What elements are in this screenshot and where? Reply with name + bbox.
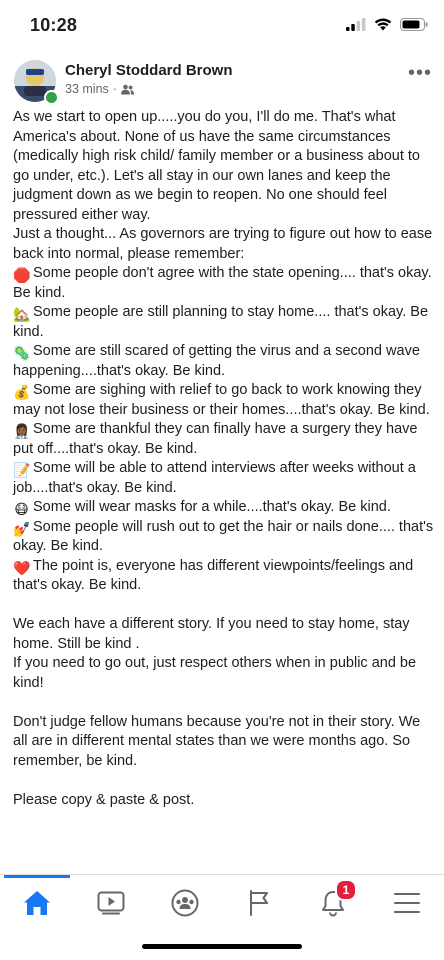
list-item: 📝 Some will be able to attend interviews … <box>13 459 435 498</box>
bottom-navigation: 1 <box>0 874 444 931</box>
more-options-icon[interactable]: ••• <box>408 62 432 85</box>
list-item: 🛑 Some people don't agree with the state … <box>13 264 435 303</box>
post-list: 🛑 Some people don't agree with the state … <box>13 264 435 596</box>
list-item-text: Some people are still planning to stay h… <box>13 304 429 340</box>
status-bar: 10:28 <box>0 0 444 52</box>
post-paragraph: Just a thought... As governors are tryin… <box>13 226 433 262</box>
list-item-text: Some people don't agree with the state o… <box>13 265 432 301</box>
list-item-emoji: 🏡 <box>13 306 31 322</box>
list-item-text: Some are thankful they can finally have … <box>13 421 418 457</box>
list-item-text: Some are sighing with relief to go back … <box>13 382 430 418</box>
post-timestamp[interactable]: 33 mins <box>65 82 109 96</box>
list-item: ❤️ The point is, everyone has different v… <box>13 557 435 596</box>
wifi-icon <box>374 18 392 31</box>
groups-icon[interactable] <box>165 883 205 923</box>
battery-icon <box>400 18 428 31</box>
meta-separator: · <box>112 82 117 96</box>
list-item-emoji: 👩🏾‍⚕️ <box>13 423 31 439</box>
watch-icon[interactable] <box>91 883 131 923</box>
status-time: 10:28 <box>30 15 78 35</box>
post-paragraph: As we start to open up.....you do you, I… <box>13 109 420 223</box>
author-name[interactable]: Cheryl Stoddard Brown <box>65 62 233 79</box>
list-item-text: Some people will rush out to get the hai… <box>13 518 434 555</box>
list-item-emoji: 😷 <box>14 501 29 517</box>
post-paragraph: Please copy & paste & post. <box>13 791 195 808</box>
list-item-emoji: 📝 <box>13 462 31 478</box>
post-header: Cheryl Stoddard Brown 33 mins · ••• <box>0 56 444 106</box>
list-item-emoji: 🦠 <box>13 345 31 361</box>
list-item-emoji: ❤️ <box>13 559 31 576</box>
list-item: 🏡 Some people are still planning to stay … <box>13 303 435 342</box>
list-item-text: The point is, everyone has different vie… <box>13 557 414 594</box>
post-paragraph: If you need to go out, just respect othe… <box>13 655 417 691</box>
post-text: As we start to open up.....you do you, I… <box>13 108 435 810</box>
signal-icon <box>346 18 366 31</box>
notifications-bell-icon[interactable]: 1 <box>313 879 357 923</box>
list-item: 🦠 Some are still scared of getting the vi… <box>13 342 435 381</box>
active-tab-indicator <box>4 875 70 878</box>
list-item: 💅 Some people will rush out to get the ha… <box>13 518 435 557</box>
list-item: 👩🏾‍⚕️ Some are thankful they can finally … <box>13 420 435 459</box>
list-item-emoji: 💅 <box>13 520 31 537</box>
list-item-text: Some will be able to attend interviews a… <box>13 460 416 496</box>
online-status-dot <box>44 90 59 105</box>
post-meta: 33 mins · <box>65 82 134 96</box>
home-indicator[interactable] <box>142 944 302 949</box>
post-paragraph: We each have a different story. If you n… <box>13 616 410 652</box>
status-icons <box>346 18 428 31</box>
menu-icon[interactable] <box>387 883 427 923</box>
list-item-text: Some will wear masks for a while....that… <box>33 499 391 515</box>
pages-flag-icon[interactable] <box>239 883 279 923</box>
notification-badge: 1 <box>335 879 357 901</box>
list-item-emoji: 💰 <box>13 384 31 400</box>
post-paragraph: Don't judge fellow humans because you're… <box>13 713 421 769</box>
list-item-emoji: 🛑 <box>13 267 31 283</box>
list-item: 😷 Some will wear masks for a while....tha… <box>13 498 435 518</box>
friends-icon <box>120 84 134 94</box>
list-item-text: Some are still scared of getting the vir… <box>13 343 420 379</box>
home-icon[interactable] <box>17 883 57 923</box>
list-item: 💰 Some are sighing with relief to go back… <box>13 381 435 420</box>
